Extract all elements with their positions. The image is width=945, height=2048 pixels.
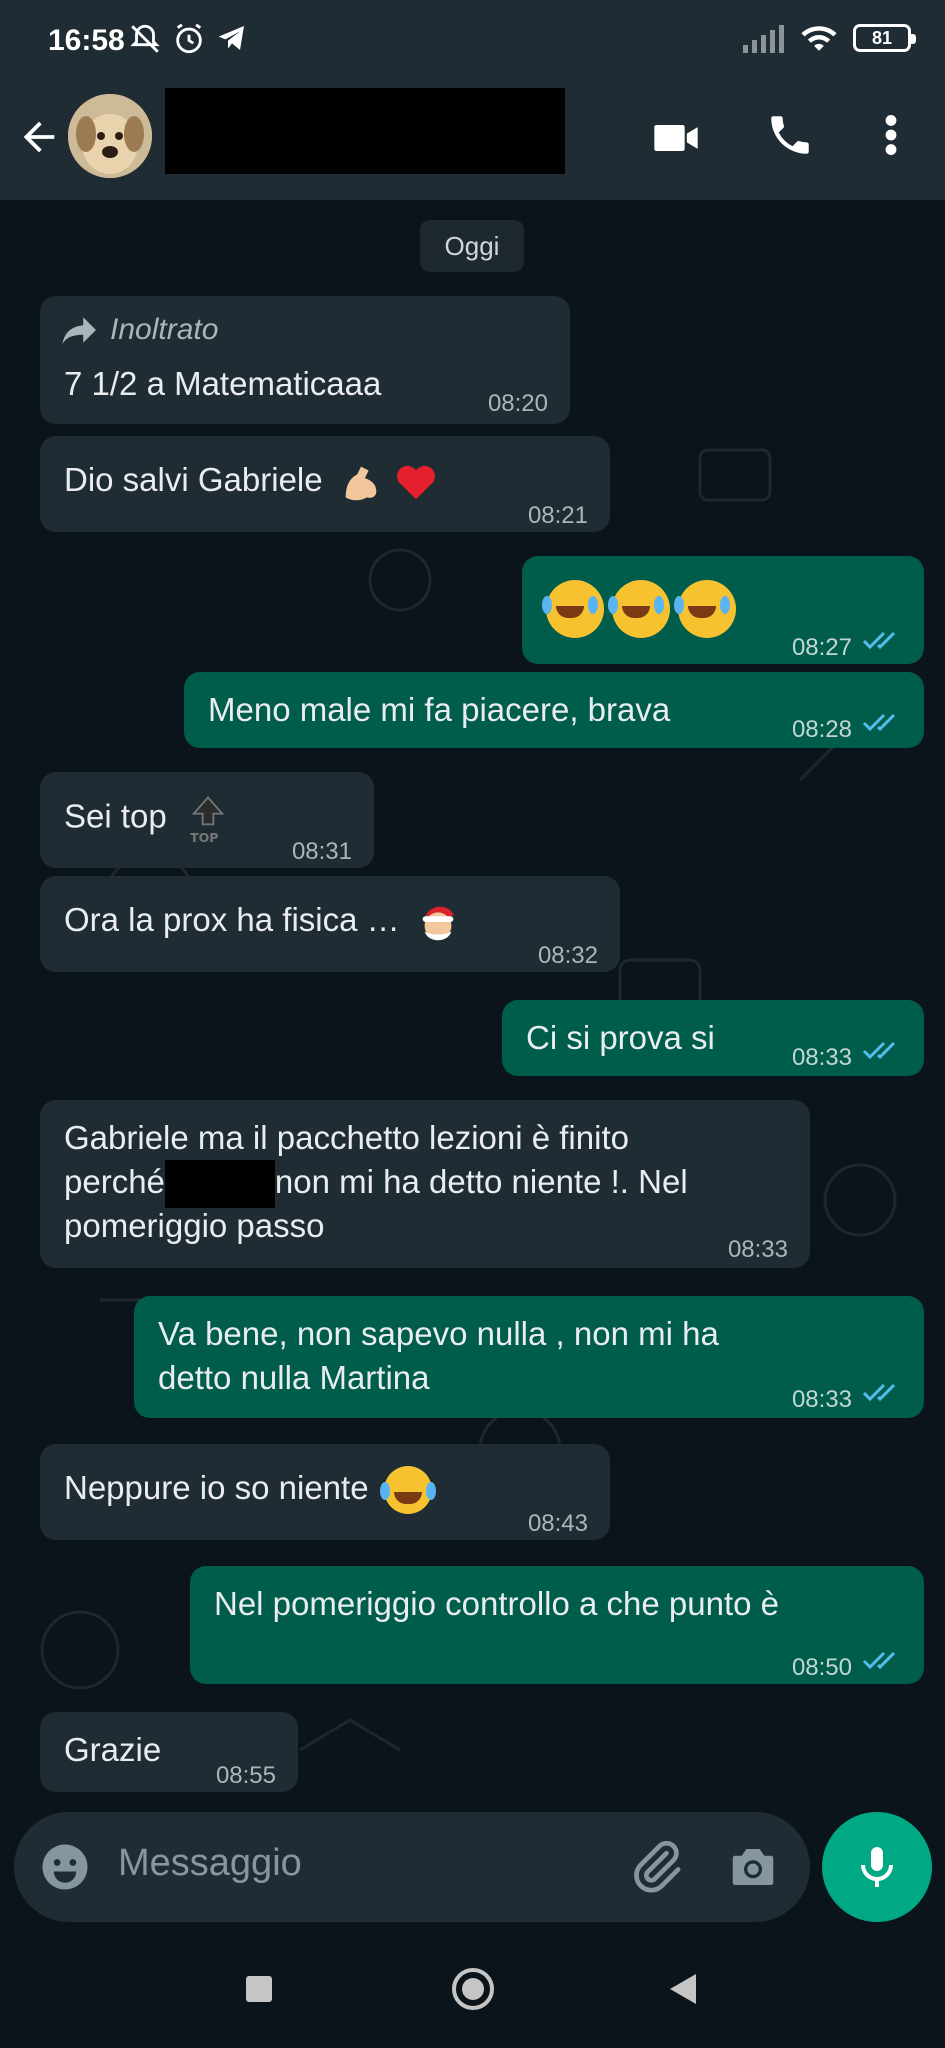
message-time: 08:33	[791, 1386, 852, 1413]
rolling-laughing-emoji	[674, 580, 736, 638]
message-incoming[interactable]: Dio salvi Gabriele 08:21	[40, 436, 610, 532]
microphone-icon	[861, 1847, 893, 1887]
message-line: pomeriggio passo	[64, 1207, 325, 1244]
message-outgoing[interactable]: Va bene, non sapevo nulla , non mi ha de…	[134, 1296, 924, 1418]
message-outgoing[interactable]: Ci si prova si 08:33	[502, 1000, 924, 1076]
red-heart-emoji	[396, 466, 435, 500]
signal-icon	[743, 25, 784, 53]
read-ticks-icon	[862, 1383, 896, 1402]
message-input[interactable]: Messaggio	[118, 1842, 302, 1885]
message-time: 08:20	[487, 390, 548, 417]
read-ticks-icon	[862, 1041, 896, 1060]
rolling-laughing-emoji	[379, 1466, 432, 1515]
bell-off-icon	[130, 24, 160, 53]
emoji-row	[542, 580, 736, 638]
phone-call-icon[interactable]	[765, 110, 815, 160]
message-time: 08:33	[791, 1044, 852, 1071]
chat-header	[0, 82, 945, 200]
message-time: 08:21	[527, 502, 588, 529]
redacted-block	[164, 1160, 275, 1209]
telegram-icon	[218, 26, 244, 50]
home-button[interactable]	[452, 1968, 494, 2010]
message-line: detto nulla Martina	[158, 1359, 430, 1396]
forwarded-label: Inoltrato	[110, 313, 219, 346]
message-text: Sei top	[64, 797, 167, 835]
video-call-icon[interactable]	[650, 112, 702, 164]
alarm-icon	[176, 23, 202, 54]
message-text: 7 1/2 a Matematicaaa	[64, 365, 382, 402]
message-text: perché	[64, 1163, 165, 1200]
status-bar: 16:58 81	[0, 0, 945, 82]
message-text: Grazie	[64, 1731, 162, 1768]
recents-button[interactable]	[246, 1976, 272, 2002]
message-time: 08:27	[791, 634, 852, 661]
message-time: 08:33	[727, 1236, 788, 1263]
wifi-icon	[801, 26, 837, 51]
message-text: Nel pomeriggio controllo a che punto è	[214, 1585, 780, 1622]
date-separator: Oggi	[420, 220, 524, 272]
rolling-laughing-emoji	[542, 580, 604, 638]
flexed-biceps-emoji	[345, 466, 377, 501]
camera-icon[interactable]	[726, 1840, 780, 1894]
back-arrow-icon[interactable]	[16, 114, 62, 160]
contact-name-redacted[interactable]	[165, 88, 565, 174]
read-ticks-icon	[862, 713, 896, 732]
system-back-button[interactable]	[670, 1974, 696, 2004]
message-time: 08:28	[791, 716, 852, 743]
svg-text:TOP: TOP	[190, 830, 218, 844]
message-line: Va bene, non sapevo nulla , non mi ha	[158, 1315, 719, 1352]
message-outgoing[interactable]: 08:27	[522, 556, 924, 664]
read-ticks-icon	[862, 631, 896, 650]
message-text: Dio salvi Gabriele	[64, 461, 323, 498]
status-left-icons	[128, 22, 248, 56]
message-incoming[interactable]: Grazie 08:55	[40, 1712, 298, 1792]
message-text: Meno male mi fa piacere, brava	[208, 691, 671, 728]
message-outgoing[interactable]: Nel pomeriggio controllo a che punto è 0…	[190, 1566, 924, 1684]
emoji-icon[interactable]	[38, 1840, 92, 1894]
forward-arrow-icon	[62, 317, 96, 345]
voice-message-button[interactable]	[822, 1812, 932, 1922]
message-incoming[interactable]: Inoltrato 7 1/2 a Matematicaaa 08:20	[40, 296, 570, 424]
message-time: 08:31	[291, 838, 352, 865]
message-line: Gabriele ma il pacchetto lezioni è finit…	[64, 1119, 629, 1156]
top-arrow-emoji: TOP	[190, 796, 225, 845]
message-text: Ci si prova si	[526, 1019, 715, 1056]
message-time: 08:32	[537, 942, 598, 969]
read-ticks-icon	[862, 1651, 896, 1670]
more-options-icon[interactable]	[876, 110, 906, 160]
message-incoming[interactable]: Ora la prox ha fisica … 08:32	[40, 876, 620, 972]
chat-area[interactable]: Oggi Inoltrato 7 1/2 a Matematicaaa 08:2…	[0, 200, 945, 1820]
message-incoming[interactable]: Gabriele ma il pacchetto lezioni è finit…	[40, 1100, 810, 1268]
message-text: non mi ha detto niente !. Nel	[274, 1163, 688, 1200]
message-time: 08:43	[527, 1510, 588, 1537]
status-time: 16:58	[48, 24, 125, 57]
message-text: Ora la prox ha fisica …	[64, 901, 400, 938]
message-incoming[interactable]: Neppure io so niente 08:43	[40, 1444, 610, 1540]
rolling-laughing-emoji	[608, 580, 670, 638]
forwarded-indicator: Inoltrato	[60, 308, 218, 352]
message-time: 08:50	[791, 1654, 852, 1681]
santa-face-emoji	[422, 907, 454, 941]
message-line: perché non mi ha detto niente !. Nel	[64, 1160, 688, 1209]
attach-clip-icon[interactable]	[628, 1838, 684, 1894]
status-right-icons: 81	[741, 22, 916, 54]
contact-avatar[interactable]	[68, 94, 152, 178]
message-text: Neppure io so niente	[64, 1469, 369, 1506]
message-incoming[interactable]: Sei top TOP 08:31	[40, 772, 374, 868]
message-outgoing[interactable]: Meno male mi fa piacere, brava 08:28	[184, 672, 924, 748]
battery-indicator: 81	[853, 24, 916, 52]
system-nav-bar	[0, 1934, 945, 2048]
dog-avatar-icon	[68, 94, 152, 178]
message-time: 08:55	[215, 1762, 276, 1789]
message-composer[interactable]: Messaggio	[14, 1812, 810, 1922]
